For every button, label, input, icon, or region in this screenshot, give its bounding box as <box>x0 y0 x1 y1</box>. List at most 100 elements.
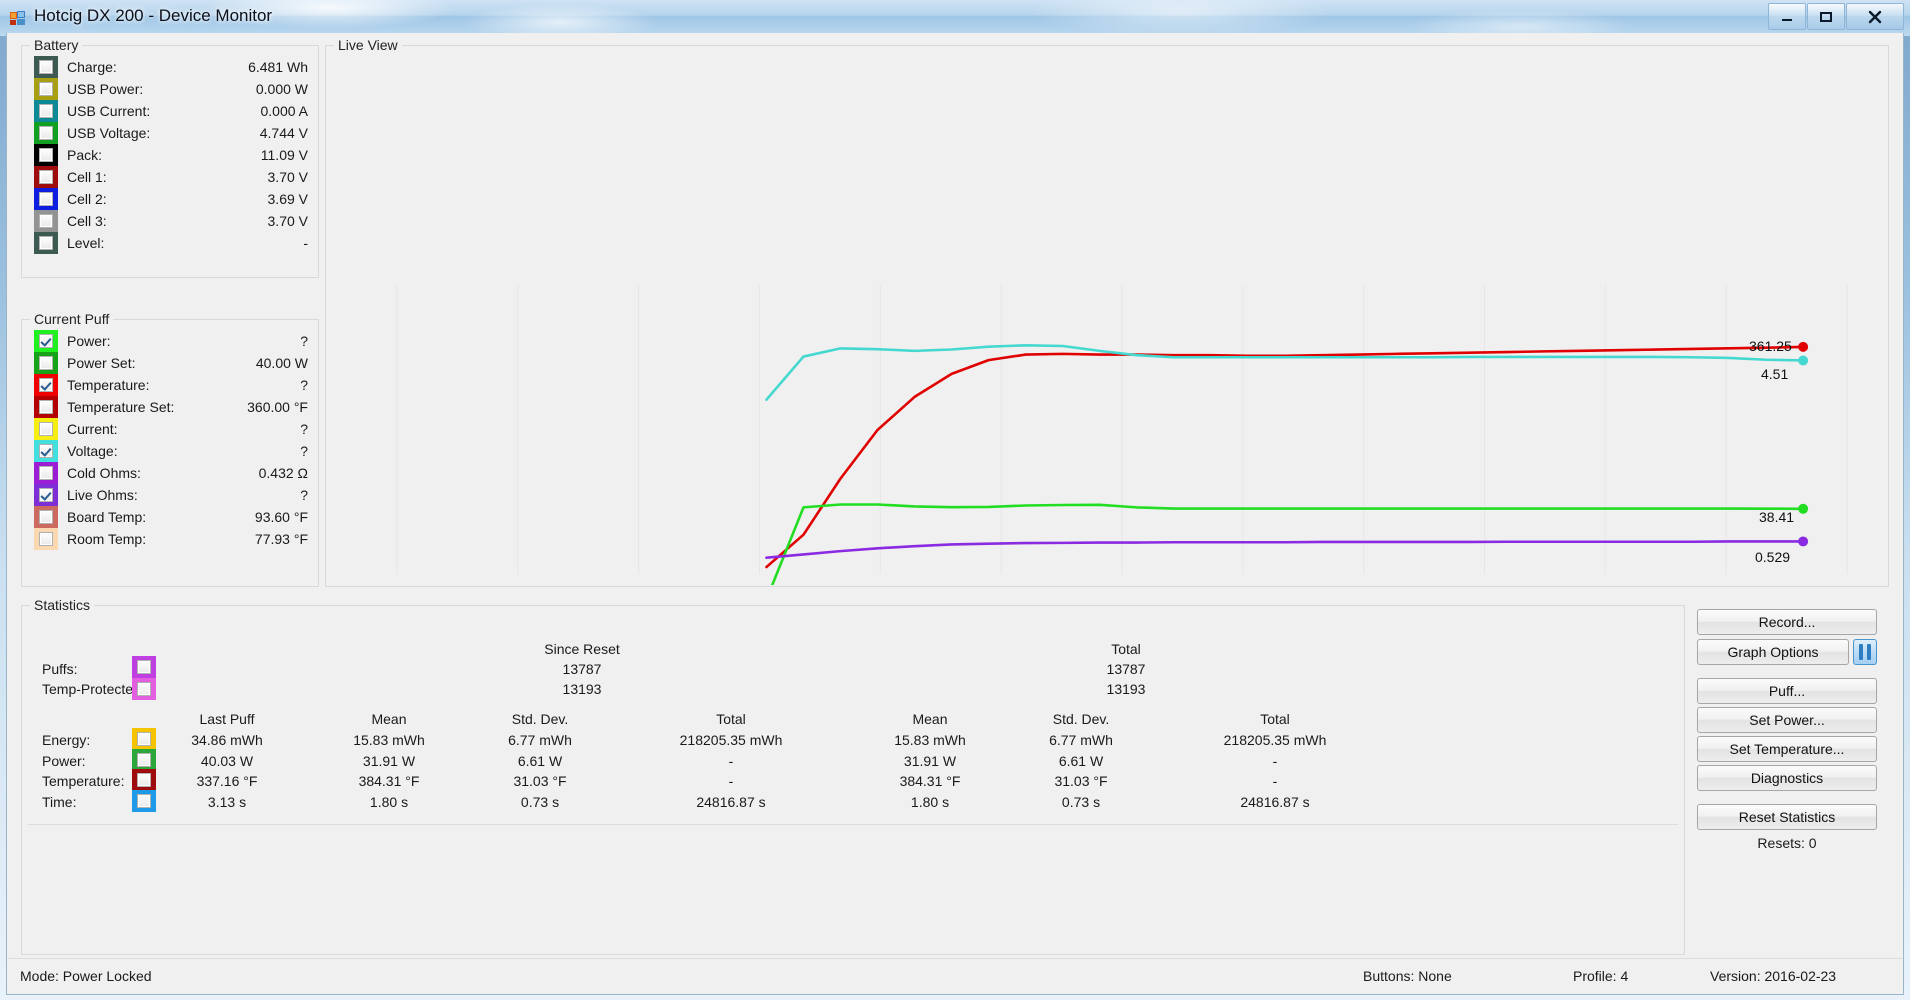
series-color-swatch[interactable] <box>34 484 58 506</box>
reading-label: Current: <box>67 421 118 437</box>
series-visibility-checkbox[interactable] <box>137 660 151 674</box>
maximize-button[interactable] <box>1807 3 1845 30</box>
stat-row-color-swatch[interactable] <box>132 749 156 771</box>
close-button[interactable] <box>1846 3 1904 30</box>
stat-column-header: Mean <box>912 711 947 727</box>
series-visibility-checkbox[interactable] <box>39 104 53 118</box>
series-color-swatch[interactable] <box>34 166 58 188</box>
reading-row: USB Voltage:4.744 V <box>22 122 318 144</box>
stat-cell: 31.91 W <box>363 753 415 769</box>
series-color-swatch[interactable] <box>34 144 58 166</box>
stat-cell: 384.31 °F <box>900 773 961 789</box>
series-color-swatch[interactable] <box>34 122 58 144</box>
reading-label: Cold Ohms: <box>67 465 141 481</box>
stat-cell: 6.77 mWh <box>1049 732 1113 748</box>
reading-value: 11.09 V <box>261 147 308 163</box>
live-view-group[interactable]: Live View 361.254.5138.410.529 <box>325 45 1889 587</box>
resets-count: Resets: 0 <box>1757 835 1816 851</box>
series-visibility-checkbox[interactable] <box>137 682 151 696</box>
series-visibility-checkbox[interactable] <box>39 82 53 96</box>
series-color-swatch[interactable] <box>34 210 58 232</box>
pause-icon[interactable] <box>1853 639 1877 665</box>
reading-row: USB Current:0.000 A <box>22 100 318 122</box>
live-view-chart[interactable] <box>327 56 1887 585</box>
series-color-swatch[interactable] <box>34 100 58 122</box>
battery-group-label: Battery <box>30 37 82 53</box>
stat-cell: 384.31 °F <box>359 773 420 789</box>
status-version: Version: 2016-02-23 <box>1710 968 1836 984</box>
series-color-swatch[interactable] <box>34 528 58 550</box>
series-visibility-checkbox[interactable] <box>39 236 53 250</box>
puffs-color-swatch[interactable] <box>132 656 156 678</box>
reading-value: ? <box>300 487 308 503</box>
series-color-swatch[interactable] <box>34 440 58 462</box>
status-profile: Profile: 4 <box>1573 968 1628 984</box>
stat-cell: - <box>729 773 734 789</box>
series-visibility-checkbox[interactable] <box>39 422 53 436</box>
application-window: Hotcig DX 200 - Device Monitor Battery C… <box>0 0 1910 1000</box>
stat-cell: 31.91 W <box>904 753 956 769</box>
series-color-swatch[interactable] <box>34 56 58 78</box>
chart-endpoint-dot <box>1798 536 1808 546</box>
series-visibility-checkbox[interactable] <box>39 192 53 206</box>
stat-cell: 3.13 s <box>208 794 246 810</box>
diagnostics-button[interactable]: Diagnostics <box>1697 765 1877 791</box>
series-color-swatch[interactable] <box>34 396 58 418</box>
chart-endpoint-label: 38.41 <box>1759 509 1794 525</box>
reading-label: Charge: <box>67 59 117 75</box>
series-visibility-checkbox[interactable] <box>39 334 53 348</box>
series-visibility-checkbox[interactable] <box>39 170 53 184</box>
puff-button[interactable]: Puff... <box>1697 678 1877 704</box>
series-color-swatch[interactable] <box>34 374 58 396</box>
stat-cell: 218205.35 mWh <box>1224 732 1327 748</box>
series-visibility-checkbox[interactable] <box>39 488 53 502</box>
series-visibility-checkbox[interactable] <box>39 510 53 524</box>
set-power-button[interactable]: Set Power... <box>1697 707 1877 733</box>
series-visibility-checkbox[interactable] <box>137 794 151 808</box>
stat-cell: 34.86 mWh <box>191 732 263 748</box>
record-button[interactable]: Record... <box>1697 609 1877 635</box>
reset-statistics-button[interactable]: Reset Statistics <box>1697 804 1877 830</box>
stat-cell: 15.83 mWh <box>353 732 425 748</box>
series-color-swatch[interactable] <box>34 506 58 528</box>
temp-protected-color-swatch[interactable] <box>132 678 156 700</box>
series-color-swatch[interactable] <box>34 462 58 484</box>
series-visibility-checkbox[interactable] <box>39 532 53 546</box>
series-visibility-checkbox[interactable] <box>39 60 53 74</box>
series-visibility-checkbox[interactable] <box>39 126 53 140</box>
reading-row: Temperature:? <box>22 374 318 396</box>
series-visibility-checkbox[interactable] <box>39 466 53 480</box>
chart-endpoint-dot <box>1798 342 1808 352</box>
series-visibility-checkbox[interactable] <box>137 773 151 787</box>
series-visibility-checkbox[interactable] <box>39 148 53 162</box>
series-visibility-checkbox[interactable] <box>39 378 53 392</box>
series-visibility-checkbox[interactable] <box>137 753 151 767</box>
series-color-swatch[interactable] <box>34 330 58 352</box>
stat-row-color-swatch[interactable] <box>132 769 156 791</box>
reading-label: USB Voltage: <box>67 125 150 141</box>
series-visibility-checkbox[interactable] <box>137 732 151 746</box>
live-view-group-label: Live View <box>334 37 402 53</box>
stat-row-color-swatch[interactable] <box>132 728 156 750</box>
stat-cell: 218205.35 mWh <box>680 732 783 748</box>
series-color-swatch[interactable] <box>34 418 58 440</box>
series-color-swatch[interactable] <box>34 352 58 374</box>
series-visibility-checkbox[interactable] <box>39 214 53 228</box>
series-visibility-checkbox[interactable] <box>39 356 53 370</box>
series-color-swatch[interactable] <box>34 232 58 254</box>
chart-endpoint-label: 0.529 <box>1755 549 1790 565</box>
set-temperature-button[interactable]: Set Temperature... <box>1697 736 1877 762</box>
series-color-swatch[interactable] <box>34 188 58 210</box>
series-visibility-checkbox[interactable] <box>39 444 53 458</box>
series-color-swatch[interactable] <box>34 78 58 100</box>
stat-cell: 6.61 W <box>518 753 562 769</box>
stat-row-color-swatch[interactable] <box>132 790 156 812</box>
series-visibility-checkbox[interactable] <box>39 400 53 414</box>
stat-cell: 31.03 °F <box>513 773 566 789</box>
pause-bar-right <box>1867 644 1871 660</box>
stat-cell: 0.73 s <box>1062 794 1100 810</box>
graph-options-button[interactable]: Graph Options <box>1697 639 1849 665</box>
minimize-button[interactable] <box>1768 3 1806 30</box>
stat-row-label: Power: <box>42 753 86 769</box>
window-controls <box>1768 3 1904 30</box>
